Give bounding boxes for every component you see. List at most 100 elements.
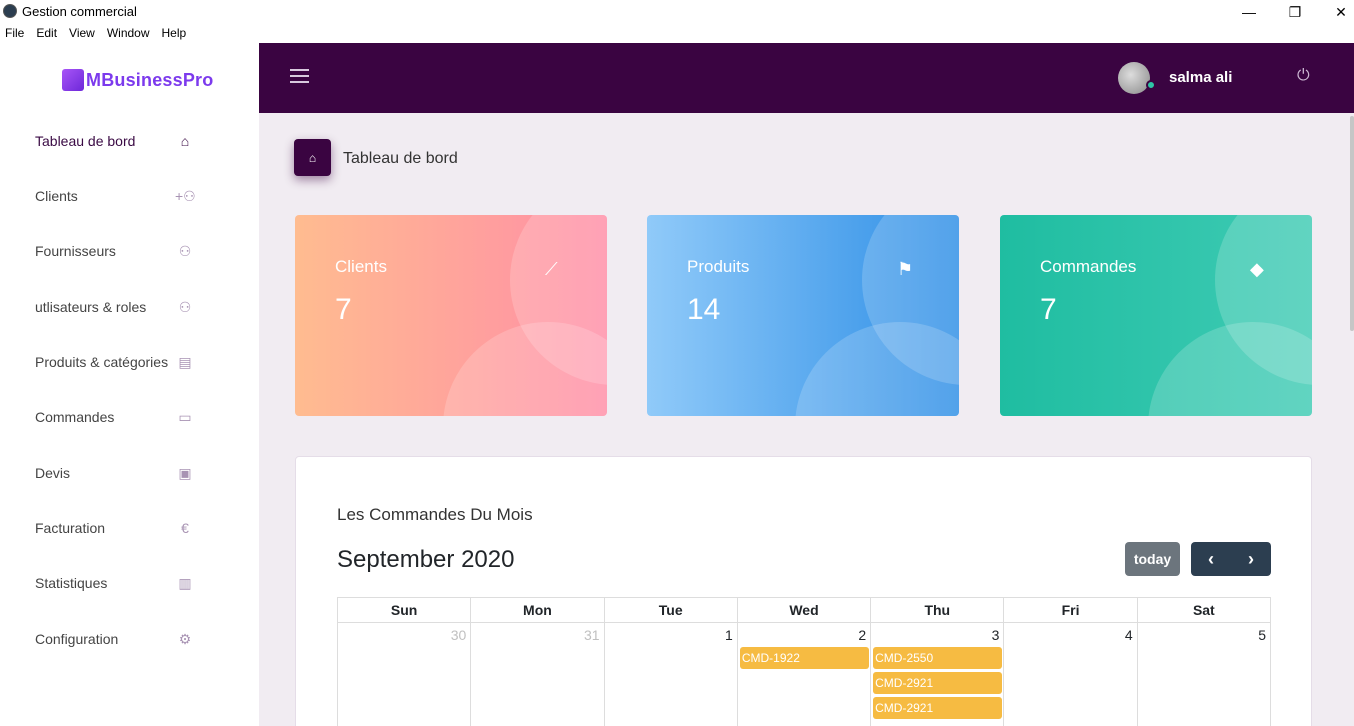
day-number: 31 [583, 627, 600, 643]
menu-help[interactable]: Help [162, 26, 187, 40]
calendar-day-cell[interactable]: 1 [603, 622, 738, 726]
card-title: Commandes [1040, 257, 1137, 276]
calendar-day-cell[interactable]: 30 [336, 622, 472, 726]
stat-card-produits[interactable]: Produits 14 ⚑ [647, 215, 959, 416]
main-content: ⌂ Tableau de bord Clients 7 ⟋ Produits 1… [259, 113, 1354, 726]
calendar-event[interactable]: CMD-2921 [873, 697, 1003, 719]
day-number: 2 [858, 627, 867, 643]
menu-edit[interactable]: Edit [36, 26, 57, 40]
minimize-button[interactable]: — [1226, 0, 1272, 24]
card-decoration [1148, 322, 1312, 416]
prev-month-button[interactable]: ‹ [1191, 542, 1231, 576]
calendar-heading: Les Commandes Du Mois [337, 505, 533, 524]
list-icon: ▤ [178, 353, 192, 370]
gear-icon: ⚙ [178, 630, 192, 647]
sidebar-item-facturation[interactable]: Facturation € [35, 513, 195, 543]
sidebar-item-produits-categories[interactable]: Produits & catégories ▤ [35, 347, 195, 377]
hamburger-menu-icon[interactable] [290, 69, 309, 83]
sidebar-item-clients[interactable]: Clients +⚇ [35, 181, 196, 211]
page-title: Tableau de bord [343, 150, 458, 167]
sidebar-item-label: Configuration [35, 631, 119, 647]
weekday-header: Sat [1136, 597, 1272, 623]
calendar-event[interactable]: CMD-2921 [873, 672, 1003, 694]
sidebar-item-tableau-de-bord[interactable]: Tableau de bord ⌂ [35, 126, 195, 156]
calendar-day-cell[interactable]: 31 [470, 622, 605, 726]
restore-button[interactable]: ❐ [1272, 0, 1318, 24]
card-value: 7 [335, 293, 352, 326]
window-titlebar: Gestion commercial — ❐ ✕ [0, 0, 1354, 24]
close-button[interactable]: ✕ [1318, 0, 1354, 24]
window-title: Gestion commercial [22, 4, 137, 19]
day-number: 4 [1124, 627, 1133, 643]
euro-icon: € [181, 520, 189, 536]
calendar-panel: Les Commandes Du Mois September 2020 tod… [295, 456, 1312, 726]
user-roles-icon: ⚇ [178, 298, 192, 315]
calendar-month-title: September 2020 [337, 546, 515, 573]
app-icon [3, 4, 17, 18]
stat-card-clients[interactable]: Clients 7 ⟋ [295, 215, 607, 416]
day-number: 3 [991, 627, 1000, 643]
card-title: Clients [335, 257, 387, 276]
calendar-event[interactable]: CMD-2550 [873, 647, 1003, 669]
sidebar: MBusinessPro Tableau de bord ⌂ Clients +… [0, 43, 259, 726]
diamond-icon: ◆ [1250, 259, 1264, 279]
breadcrumb-home-icon[interactable]: ⌂ [294, 139, 331, 176]
sidebar-item-label: Fournisseurs [35, 243, 116, 259]
card-decoration [443, 322, 607, 416]
sidebar-item-label: Facturation [35, 520, 106, 536]
scrollbar-thumb[interactable] [1350, 116, 1354, 331]
sidebar-item-devis[interactable]: Devis ▣ [35, 458, 195, 488]
line-chart-icon: ⟋ [545, 259, 558, 279]
bar-chart-icon: ▥ [178, 574, 192, 591]
weekday-header: Fri [1003, 597, 1138, 623]
brand-logo[interactable]: MBusinessPro [62, 69, 213, 91]
weekday-header: Thu [870, 597, 1005, 623]
avatar[interactable] [1118, 62, 1150, 94]
calendar-day-cell[interactable]: 3 CMD-2550 CMD-2921 CMD-2921 [870, 622, 1005, 726]
sidebar-item-configuration[interactable]: Configuration ⚙ [35, 624, 195, 654]
card-value: 7 [1040, 293, 1057, 326]
next-month-button[interactable]: › [1231, 542, 1271, 576]
today-button[interactable]: today [1125, 542, 1180, 576]
sidebar-item-label: utlisateurs & roles [35, 299, 147, 315]
menu-bar: File Edit View Window Help [0, 24, 259, 43]
card-decoration [795, 322, 959, 416]
weekday-header: Tue [603, 597, 738, 623]
day-number: 1 [725, 627, 733, 643]
logo-text: MBusinessPro [86, 69, 214, 90]
card-title: Produits [687, 257, 750, 276]
menu-file[interactable]: File [5, 26, 24, 40]
weekday-header: Mon [470, 597, 605, 623]
calendar-grid: Sun Mon Tue Wed Thu Fri Sat 30 31 1 2 CM… [336, 597, 1272, 726]
day-number: 30 [450, 627, 467, 643]
sidebar-item-label: Produits & catégories [35, 354, 169, 370]
calendar-day-cell[interactable]: 5 [1136, 622, 1272, 726]
logo-icon [62, 69, 84, 91]
day-number: 5 [1258, 627, 1266, 643]
bookmark-icon: ⚑ [897, 259, 914, 279]
menu-view[interactable]: View [69, 26, 95, 40]
add-user-icon: +⚇ [175, 187, 196, 204]
calendar-day-cell[interactable]: 2 CMD-1922 [736, 622, 872, 726]
power-icon[interactable]: ⏻ [1297, 67, 1310, 85]
home-icon: ⌂ [180, 133, 190, 149]
top-navbar: salma ali ⏻ [259, 43, 1354, 113]
sidebar-item-label: Devis [35, 465, 71, 481]
calendar-event[interactable]: CMD-1922 [739, 647, 870, 669]
sidebar-item-statistiques[interactable]: Statistiques ▥ [35, 568, 195, 598]
sidebar-item-commandes[interactable]: Commandes ▭ [35, 402, 195, 432]
calendar-day-cell[interactable]: 4 [1003, 622, 1138, 726]
username[interactable]: salma ali [1169, 69, 1232, 86]
users-icon: ⚇ [178, 242, 192, 259]
card-value: 14 [687, 293, 721, 326]
sidebar-item-fournisseurs[interactable]: Fournisseurs ⚇ [35, 236, 195, 266]
weekday-header: Wed [736, 597, 872, 623]
online-status-dot [1146, 80, 1156, 90]
sidebar-item-label: Statistiques [35, 575, 108, 591]
menu-window[interactable]: Window [107, 26, 150, 40]
sidebar-item-utilisateurs-roles[interactable]: utlisateurs & roles ⚇ [35, 292, 195, 322]
sidebar-item-label: Commandes [35, 409, 115, 425]
weekday-header: Sun [336, 597, 472, 623]
stat-card-commandes[interactable]: Commandes 7 ◆ [1000, 215, 1312, 416]
sidebar-item-label: Tableau de bord [35, 133, 136, 149]
